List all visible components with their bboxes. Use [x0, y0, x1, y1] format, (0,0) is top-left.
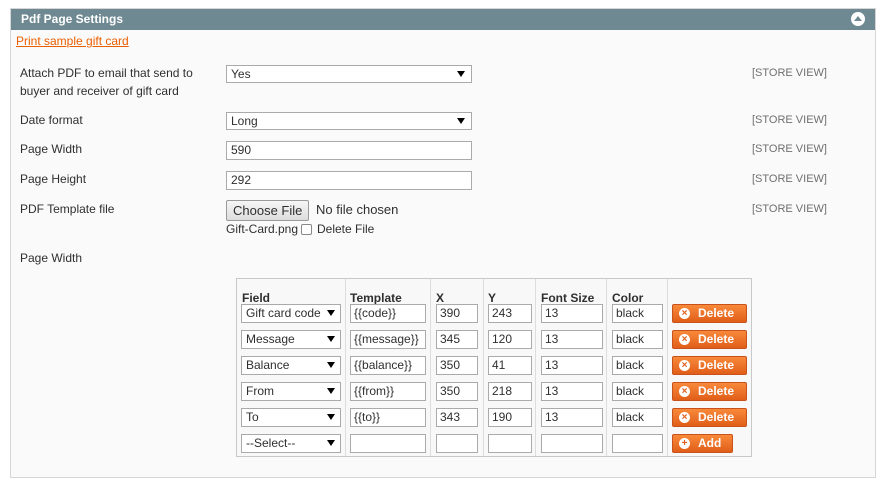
- page-width-input[interactable]: 590: [226, 141, 472, 160]
- chevron-down-icon: [327, 362, 335, 368]
- choose-file-button[interactable]: Choose File: [226, 200, 310, 221]
- date-format-label: Date format: [20, 113, 83, 127]
- page-width-section-label: Page Width: [20, 251, 83, 265]
- attach-pdf-label-line2: buyer and receiver of gift card: [20, 84, 179, 98]
- scope-label: [STORE VIEW]: [752, 67, 827, 79]
- date-format-select[interactable]: Long: [226, 112, 472, 130]
- attach-pdf-label: Attach PDF to email that send to buyer a…: [20, 64, 193, 100]
- scope-label: [STORE VIEW]: [752, 143, 827, 155]
- row-x-input[interactable]: 345: [436, 330, 478, 349]
- row-field-value: To: [246, 410, 259, 424]
- row-font-size-input[interactable]: 13: [541, 304, 603, 323]
- close-icon: ×: [679, 412, 690, 423]
- row-y-input[interactable]: 120: [488, 330, 532, 349]
- page-height-label: Page Height: [20, 172, 87, 186]
- new-row-field-select[interactable]: --Select--: [241, 434, 341, 453]
- row-y-input[interactable]: 41: [488, 356, 532, 375]
- row-template-input[interactable]: {{message}}: [350, 330, 426, 349]
- chevron-down-icon: [327, 310, 335, 316]
- close-icon: ×: [679, 334, 690, 345]
- row-color-input[interactable]: black: [612, 408, 663, 427]
- scope-label: [STORE VIEW]: [752, 173, 827, 185]
- current-file-name: Gift-Card.png: [226, 222, 299, 236]
- add-row-button[interactable]: + Add: [672, 434, 733, 453]
- delete-file-label: Delete File: [317, 222, 375, 236]
- row-font-size-input[interactable]: 13: [541, 330, 603, 349]
- delete-row-button[interactable]: × Delete: [672, 330, 747, 349]
- row-font-size-input[interactable]: 13: [541, 408, 603, 427]
- panel-header[interactable]: Pdf Page Settings: [11, 9, 875, 30]
- row-x-input[interactable]: 350: [436, 356, 478, 375]
- new-row-font-size-input[interactable]: [541, 434, 603, 453]
- new-row-y-input[interactable]: [488, 434, 532, 453]
- close-icon: ×: [679, 360, 690, 371]
- print-sample-link[interactable]: Print sample gift card: [16, 34, 129, 48]
- row-y-input[interactable]: 190: [488, 408, 532, 427]
- template-file-label: PDF Template file: [20, 202, 115, 216]
- new-row-template-input[interactable]: [350, 434, 426, 453]
- row-field-value: Message: [246, 332, 295, 346]
- delete-row-button[interactable]: × Delete: [672, 304, 747, 323]
- delete-row-button[interactable]: × Delete: [672, 382, 747, 401]
- row-y-input[interactable]: 243: [488, 304, 532, 323]
- row-template-input[interactable]: {{code}}: [350, 304, 426, 323]
- header-x: X: [436, 291, 445, 305]
- attach-pdf-value: Yes: [231, 67, 251, 81]
- row-field-select[interactable]: Gift card code: [241, 304, 341, 323]
- row-field-select[interactable]: To: [241, 408, 341, 427]
- row-color-input[interactable]: black: [612, 330, 663, 349]
- field-grid: Field Template X Y Font Size Color Gift …: [236, 278, 752, 457]
- new-row-color-input[interactable]: [612, 434, 663, 453]
- row-field-value: Gift card code: [246, 306, 321, 320]
- row-template-input[interactable]: {{to}}: [350, 408, 426, 427]
- chevron-down-icon: [327, 440, 335, 446]
- row-color-input[interactable]: black: [612, 382, 663, 401]
- row-field-value: Balance: [246, 358, 290, 372]
- close-icon: ×: [679, 386, 690, 397]
- scope-label: [STORE VIEW]: [752, 114, 827, 126]
- delete-row-button[interactable]: × Delete: [672, 408, 747, 427]
- attach-pdf-select[interactable]: Yes: [226, 65, 472, 83]
- row-field-value: From: [246, 384, 274, 398]
- row-field-select[interactable]: From: [241, 382, 341, 401]
- row-font-size-input[interactable]: 13: [541, 382, 603, 401]
- page-height-input[interactable]: 292: [226, 171, 472, 190]
- header-field: Field: [242, 291, 271, 305]
- chevron-down-icon: [327, 388, 335, 394]
- new-row-field-value: --Select--: [246, 436, 296, 450]
- plus-icon: +: [679, 438, 690, 449]
- delete-file-checkbox[interactable]: [301, 224, 312, 235]
- row-font-size-input[interactable]: 13: [541, 356, 603, 375]
- no-file-text: No file chosen: [316, 202, 399, 217]
- chevron-down-icon: [457, 118, 465, 124]
- scope-label: [STORE VIEW]: [752, 203, 827, 215]
- row-field-select[interactable]: Balance: [241, 356, 341, 375]
- chevron-down-icon: [327, 414, 335, 420]
- row-color-input[interactable]: black: [612, 356, 663, 375]
- collapse-icon[interactable]: [851, 12, 865, 26]
- new-row-x-input[interactable]: [436, 434, 478, 453]
- row-template-input[interactable]: {{from}}: [350, 382, 426, 401]
- panel-title: Pdf Page Settings: [21, 12, 124, 26]
- row-template-input[interactable]: {{balance}}: [350, 356, 426, 375]
- header-y: Y: [488, 291, 497, 305]
- row-field-select[interactable]: Message: [241, 330, 341, 349]
- close-icon: ×: [679, 308, 690, 319]
- chevron-down-icon: [327, 336, 335, 342]
- date-format-value: Long: [231, 114, 258, 128]
- row-color-input[interactable]: black: [612, 304, 663, 323]
- header-font-size: Font Size: [541, 291, 595, 305]
- row-x-input[interactable]: 343: [436, 408, 478, 427]
- chevron-down-icon: [457, 71, 465, 77]
- attach-pdf-label-line1: Attach PDF to email that send to: [20, 66, 193, 80]
- delete-row-button[interactable]: × Delete: [672, 356, 747, 375]
- row-y-input[interactable]: 218: [488, 382, 532, 401]
- header-color: Color: [612, 291, 644, 305]
- row-x-input[interactable]: 350: [436, 382, 478, 401]
- header-template: Template: [350, 291, 402, 305]
- row-x-input[interactable]: 390: [436, 304, 478, 323]
- page-width-label: Page Width: [20, 142, 83, 156]
